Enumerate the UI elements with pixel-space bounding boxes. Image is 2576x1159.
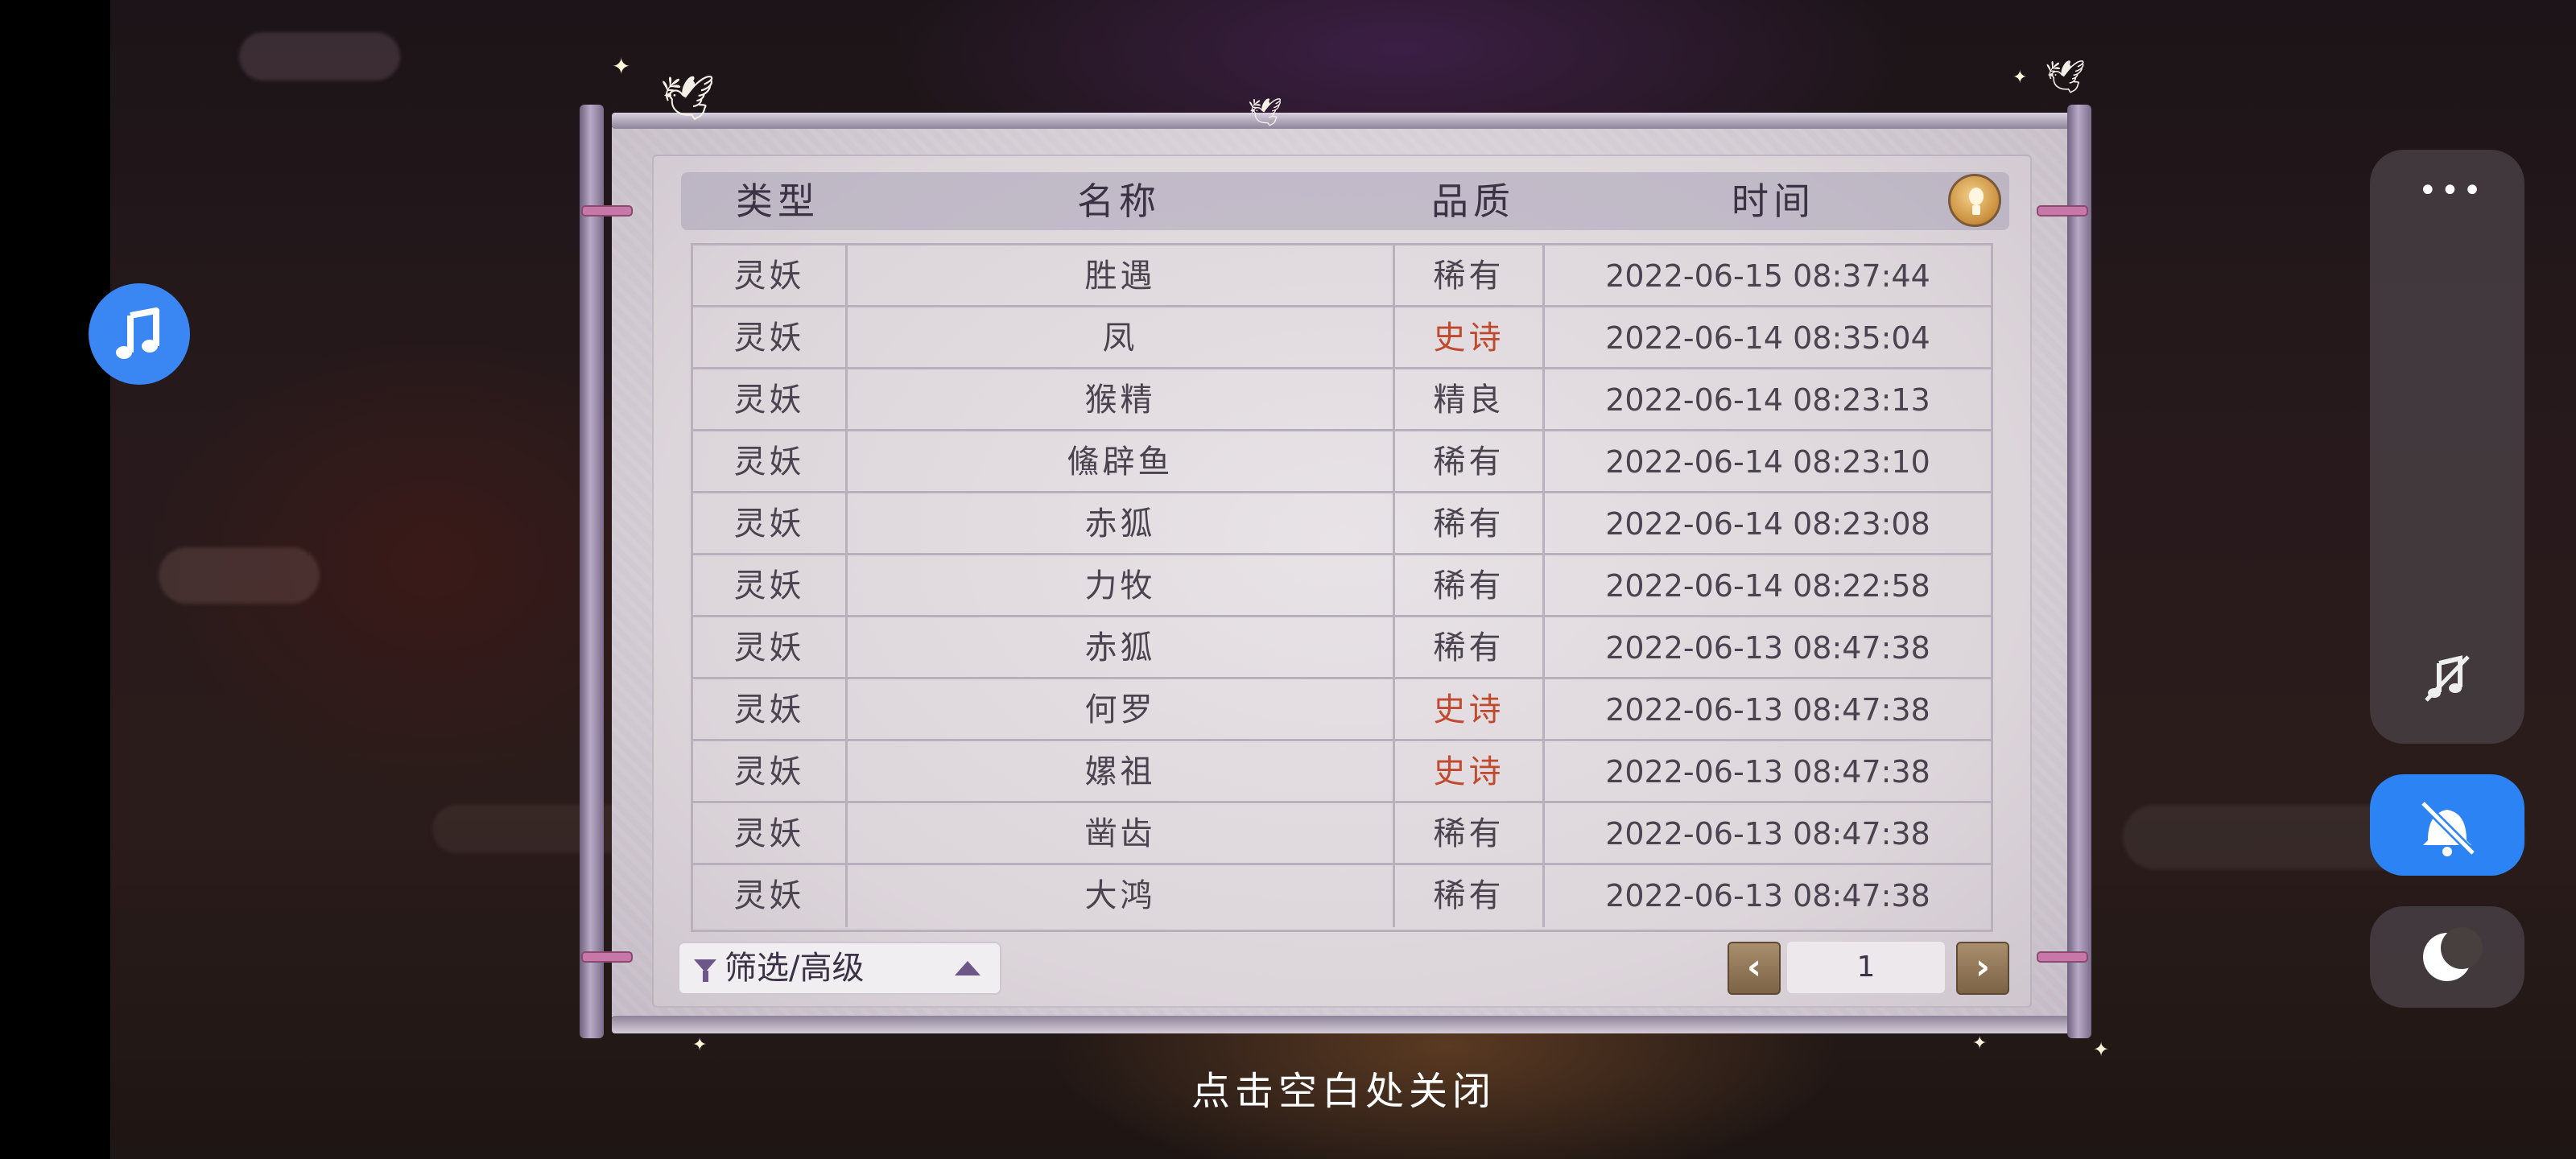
table-row: 灵妖 鯈辟鱼 稀有 2022-06-14 08:23:10 bbox=[693, 431, 1991, 493]
scroll-left-rod bbox=[580, 105, 604, 1038]
music-note-icon bbox=[116, 307, 159, 359]
cell-name: 嫘祖 bbox=[848, 741, 1395, 803]
cell-name: 鯈辟鱼 bbox=[848, 431, 1395, 493]
bg-blur-2 bbox=[159, 547, 320, 604]
cell-name: 力牧 bbox=[848, 555, 1395, 617]
cell-quality: 稀有 bbox=[1395, 493, 1545, 555]
cell-time: 2022-06-13 08:47:38 bbox=[1605, 754, 1930, 790]
cell-quality: 史诗 bbox=[1395, 741, 1545, 803]
cell-name: 赤狐 bbox=[848, 617, 1395, 679]
sparkle-icon: ✦ bbox=[2013, 68, 2028, 88]
page-number-field[interactable]: 1 bbox=[1787, 942, 1945, 993]
cell-quality: 稀有 bbox=[1395, 617, 1545, 679]
table-row: 灵妖 胜遇 稀有 2022-06-15 08:37:44 bbox=[693, 245, 1991, 307]
header-time: 时间 bbox=[1732, 179, 1815, 223]
cell-time: 2022-06-13 08:47:38 bbox=[1605, 816, 1930, 852]
table-row: 灵妖 凤 史诗 2022-06-14 08:35:04 bbox=[693, 307, 1991, 369]
cell-name: 胜遇 bbox=[848, 245, 1395, 307]
table-row: 灵妖 力牧 稀有 2022-06-14 08:22:58 bbox=[693, 555, 1991, 617]
cell-type: 灵妖 bbox=[693, 307, 848, 369]
cell-name: 猴精 bbox=[848, 369, 1395, 431]
music-off-button[interactable] bbox=[2418, 649, 2476, 707]
cell-type: 灵妖 bbox=[693, 555, 848, 617]
table-row: 灵妖 凿齿 稀有 2022-06-13 08:47:38 bbox=[693, 803, 1991, 865]
cell-type: 灵妖 bbox=[693, 741, 848, 803]
scroll-hook bbox=[2037, 951, 2088, 963]
table-row: 灵妖 嫘祖 史诗 2022-06-13 08:47:38 bbox=[693, 741, 1991, 803]
cell-name: 赤狐 bbox=[848, 493, 1395, 555]
cell-time: 2022-06-14 08:22:58 bbox=[1605, 568, 1930, 604]
scroll-bottom-edge bbox=[612, 1016, 2077, 1033]
info-bulb-button[interactable] bbox=[1948, 174, 2001, 227]
cell-quality: 稀有 bbox=[1395, 555, 1545, 617]
table-row: 灵妖 大鸿 稀有 2022-06-13 08:47:38 bbox=[693, 865, 1991, 927]
swallow-decoration-icon: 🕊 bbox=[2045, 59, 2086, 96]
sparkle-icon: ✦ bbox=[612, 53, 631, 80]
swallow-decoration-icon: 🕊 bbox=[1248, 97, 1283, 129]
record-table: 灵妖 胜遇 稀有 2022-06-15 08:37:44 灵妖 凤 史诗 202… bbox=[691, 243, 1993, 932]
next-page-button[interactable]: › bbox=[1956, 942, 2009, 995]
cell-time: 2022-06-13 08:47:38 bbox=[1605, 630, 1930, 666]
bg-blur-1 bbox=[239, 32, 400, 80]
scroll-top-edge bbox=[612, 113, 2077, 129]
header-quality: 品质 bbox=[1431, 179, 1515, 223]
music-off-icon bbox=[2425, 655, 2470, 702]
table-row: 灵妖 赤狐 稀有 2022-06-14 08:23:08 bbox=[693, 493, 1991, 555]
cell-quality: 史诗 bbox=[1395, 307, 1545, 369]
cell-quality: 精良 bbox=[1395, 369, 1545, 431]
cell-time: 2022-06-13 08:47:38 bbox=[1605, 878, 1930, 914]
cell-time: 2022-06-14 08:23:10 bbox=[1605, 444, 1930, 480]
cell-time: 2022-06-15 08:37:44 bbox=[1605, 258, 1930, 294]
header-name: 名称 bbox=[1077, 179, 1161, 223]
sparkle-icon: ✦ bbox=[1972, 1033, 1988, 1054]
cell-type: 灵妖 bbox=[693, 493, 848, 555]
info-bulb-base bbox=[1972, 205, 1980, 215]
bell-off-icon bbox=[2420, 800, 2476, 856]
cell-time: 2022-06-14 08:23:13 bbox=[1605, 382, 1930, 418]
cell-type: 灵妖 bbox=[693, 617, 848, 679]
cell-type: 灵妖 bbox=[693, 431, 848, 493]
mute-notifications-button[interactable] bbox=[2370, 774, 2524, 876]
filter-label: 筛选/高级 bbox=[724, 950, 865, 987]
cell-name: 凤 bbox=[848, 307, 1395, 369]
cell-quality: 稀有 bbox=[1395, 431, 1545, 493]
filter-dropdown[interactable]: 筛选/高级 bbox=[678, 942, 1001, 995]
header-type: 类型 bbox=[736, 179, 819, 223]
cell-quality: 稀有 bbox=[1395, 865, 1545, 927]
table-row: 灵妖 何罗 史诗 2022-06-13 08:47:38 bbox=[693, 679, 1991, 741]
scroll-hook bbox=[581, 205, 633, 217]
sparkle-icon: ✦ bbox=[2093, 1038, 2110, 1061]
cell-time: 2022-06-14 08:35:04 bbox=[1605, 320, 1930, 356]
cell-quality: 稀有 bbox=[1395, 245, 1545, 307]
cell-name: 大鸿 bbox=[848, 865, 1395, 927]
cell-quality: 稀有 bbox=[1395, 803, 1545, 865]
cell-time: 2022-06-14 08:23:08 bbox=[1605, 506, 1930, 542]
filter-icon-stem bbox=[703, 971, 708, 982]
more-menu-icon[interactable]: ••• bbox=[2418, 175, 2482, 207]
cell-name: 何罗 bbox=[848, 679, 1395, 741]
cell-type: 灵妖 bbox=[693, 369, 848, 431]
caret-up-icon bbox=[955, 961, 980, 975]
music-floating-button[interactable] bbox=[89, 283, 190, 385]
scroll-hook bbox=[2037, 205, 2088, 217]
cell-type: 灵妖 bbox=[693, 679, 848, 741]
left-black-bar bbox=[0, 0, 110, 1159]
cell-name: 凿齿 bbox=[848, 803, 1395, 865]
cell-type: 灵妖 bbox=[693, 803, 848, 865]
close-hint-text[interactable]: 点击空白处关闭 bbox=[0, 1059, 2576, 1116]
prev-page-button[interactable]: ‹ bbox=[1728, 942, 1781, 995]
moon-icon bbox=[2423, 927, 2483, 981]
sparkle-icon: ✦ bbox=[692, 1035, 708, 1055]
scroll-right-rod bbox=[2067, 105, 2091, 1038]
table-row: 灵妖 猴精 精良 2022-06-14 08:23:13 bbox=[693, 369, 1991, 431]
scroll-hook bbox=[581, 951, 633, 963]
cell-quality: 史诗 bbox=[1395, 679, 1545, 741]
swallow-decoration-icon: 🕊 bbox=[660, 72, 716, 123]
info-bulb-icon bbox=[1969, 188, 1984, 205]
cell-type: 灵妖 bbox=[693, 865, 848, 927]
cell-type: 灵妖 bbox=[693, 245, 848, 307]
night-mode-button[interactable] bbox=[2370, 906, 2524, 1008]
cell-time: 2022-06-13 08:47:38 bbox=[1605, 692, 1930, 728]
table-row: 灵妖 赤狐 稀有 2022-06-13 08:47:38 bbox=[693, 617, 1991, 679]
